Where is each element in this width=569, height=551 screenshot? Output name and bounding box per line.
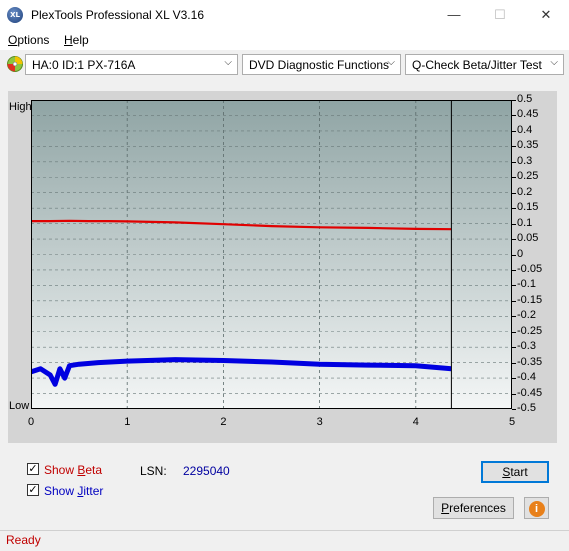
y-tick-label: -0.2	[517, 309, 536, 322]
preferences-label: references	[449, 501, 506, 515]
show-beta-pre: Show	[44, 463, 78, 477]
y-tick-label: 0.2	[517, 185, 533, 198]
y-tick-label: 0.25	[517, 170, 539, 183]
show-beta-post: eta	[85, 463, 103, 477]
y-tick-label: 0.05	[517, 232, 539, 245]
x-tick-label: 0	[28, 416, 35, 428]
show-beta-checkbox[interactable]: ✓	[27, 463, 39, 475]
show-jitter-checkbox[interactable]: ✓	[27, 484, 39, 496]
y-tick-mark	[512, 146, 516, 148]
y-tick-label: 0.45	[517, 108, 539, 121]
test-select[interactable]: Q-Check Beta/Jitter Test ⌵	[405, 54, 564, 75]
y-tick-label: -0.4	[517, 371, 536, 384]
preferences-button[interactable]: Preferences	[433, 497, 514, 519]
menu-options-label: ptions	[17, 33, 50, 47]
y-tick-label: 0.4	[517, 123, 533, 136]
lsn-value: 2295040	[183, 464, 230, 478]
menu-options[interactable]: Options	[8, 33, 49, 47]
y-tick-label: 0.3	[517, 154, 533, 167]
function-select-value: DVD Diagnostic Functions	[249, 58, 390, 72]
show-jitter-post: itter	[83, 484, 104, 498]
menu-help-label: elp	[72, 33, 89, 47]
y-tick-mark	[512, 378, 516, 380]
info-icon: i	[528, 501, 545, 517]
start-label: tart	[510, 465, 528, 479]
maximize-button[interactable]: ☐	[477, 0, 523, 30]
y-tick-label: -0.5	[517, 402, 536, 414]
y-tick-label: -0.3	[517, 340, 536, 353]
chevron-down-icon: ⌵	[550, 57, 558, 68]
x-tick-label: 4	[412, 416, 419, 428]
menu-help[interactable]: Help	[64, 33, 89, 47]
show-beta-label[interactable]: Show Beta	[44, 463, 102, 477]
x-tick-label: 2	[220, 416, 227, 428]
y-tick-mark	[512, 161, 516, 163]
drive-select[interactable]: HA:0 ID:1 PX-716A ⌵	[25, 54, 238, 75]
y-tick-mark	[512, 177, 516, 179]
y-tick-mark	[512, 239, 516, 241]
y-tick-label: 0.35	[517, 139, 539, 152]
lsn-label: LSN:	[140, 464, 167, 478]
status-text: Ready	[6, 533, 41, 547]
window-title: PlexTools Professional XL V3.16	[31, 8, 204, 22]
show-jitter-pre: Show	[44, 484, 78, 498]
y-tick-mark	[512, 100, 516, 101]
test-select-value: Q-Check Beta/Jitter Test	[412, 58, 542, 72]
y-tick-label: 0.15	[517, 201, 539, 214]
y-tick-mark	[512, 254, 516, 256]
y-tick-label: -0.45	[517, 386, 543, 399]
chevron-down-icon: ⌵	[387, 57, 395, 68]
y-tick-label: -0.15	[517, 293, 543, 306]
y-tick-mark	[512, 130, 516, 132]
minimize-button[interactable]: —	[431, 0, 477, 30]
y-tick-mark	[512, 285, 516, 287]
y-tick-label: 0	[517, 247, 524, 260]
start-button[interactable]: Start	[481, 461, 549, 483]
y-tick-mark	[512, 331, 516, 333]
y-tick-label: 0.5	[517, 93, 533, 105]
axis-high-label: High	[9, 101, 32, 113]
y-tick-mark	[512, 115, 516, 117]
close-button[interactable]: ✕	[523, 0, 569, 30]
y-tick-label: -0.25	[517, 324, 543, 337]
show-jitter-label[interactable]: Show Jitter	[44, 484, 103, 498]
y-tick-label: -0.05	[517, 262, 543, 275]
y-tick-mark	[512, 208, 516, 210]
y-tick-label: -0.35	[517, 355, 543, 368]
y-tick-label: -0.1	[517, 278, 536, 291]
status-bar	[0, 530, 569, 551]
y-tick-mark	[512, 269, 516, 271]
y-tick-mark	[512, 393, 516, 395]
beta-jitter-chart	[31, 100, 512, 409]
y-tick-mark	[512, 300, 516, 302]
function-select[interactable]: DVD Diagnostic Functions ⌵	[242, 54, 401, 75]
y-tick-mark	[512, 362, 516, 364]
preferences-accel: P	[441, 501, 450, 515]
y-tick-mark	[512, 347, 516, 349]
x-tick-label: 1	[124, 416, 131, 428]
x-tick-label: 5	[509, 416, 516, 428]
menu-options-accel: O	[8, 33, 18, 47]
y-tick-label: 0.1	[517, 216, 533, 229]
drive-select-value: HA:0 ID:1 PX-716A	[32, 58, 136, 72]
info-button[interactable]: i	[524, 497, 549, 519]
chevron-down-icon: ⌵	[224, 57, 232, 68]
x-tick-label: 3	[316, 416, 323, 428]
y-tick-mark	[512, 409, 516, 410]
y-tick-mark	[512, 316, 516, 318]
menu-help-accel: H	[64, 33, 73, 47]
drive-disc-icon	[7, 56, 23, 72]
y-tick-mark	[512, 223, 516, 225]
app-logo-icon: XL	[7, 7, 23, 23]
y-tick-mark	[512, 192, 516, 194]
axis-low-label: Low	[9, 400, 30, 412]
